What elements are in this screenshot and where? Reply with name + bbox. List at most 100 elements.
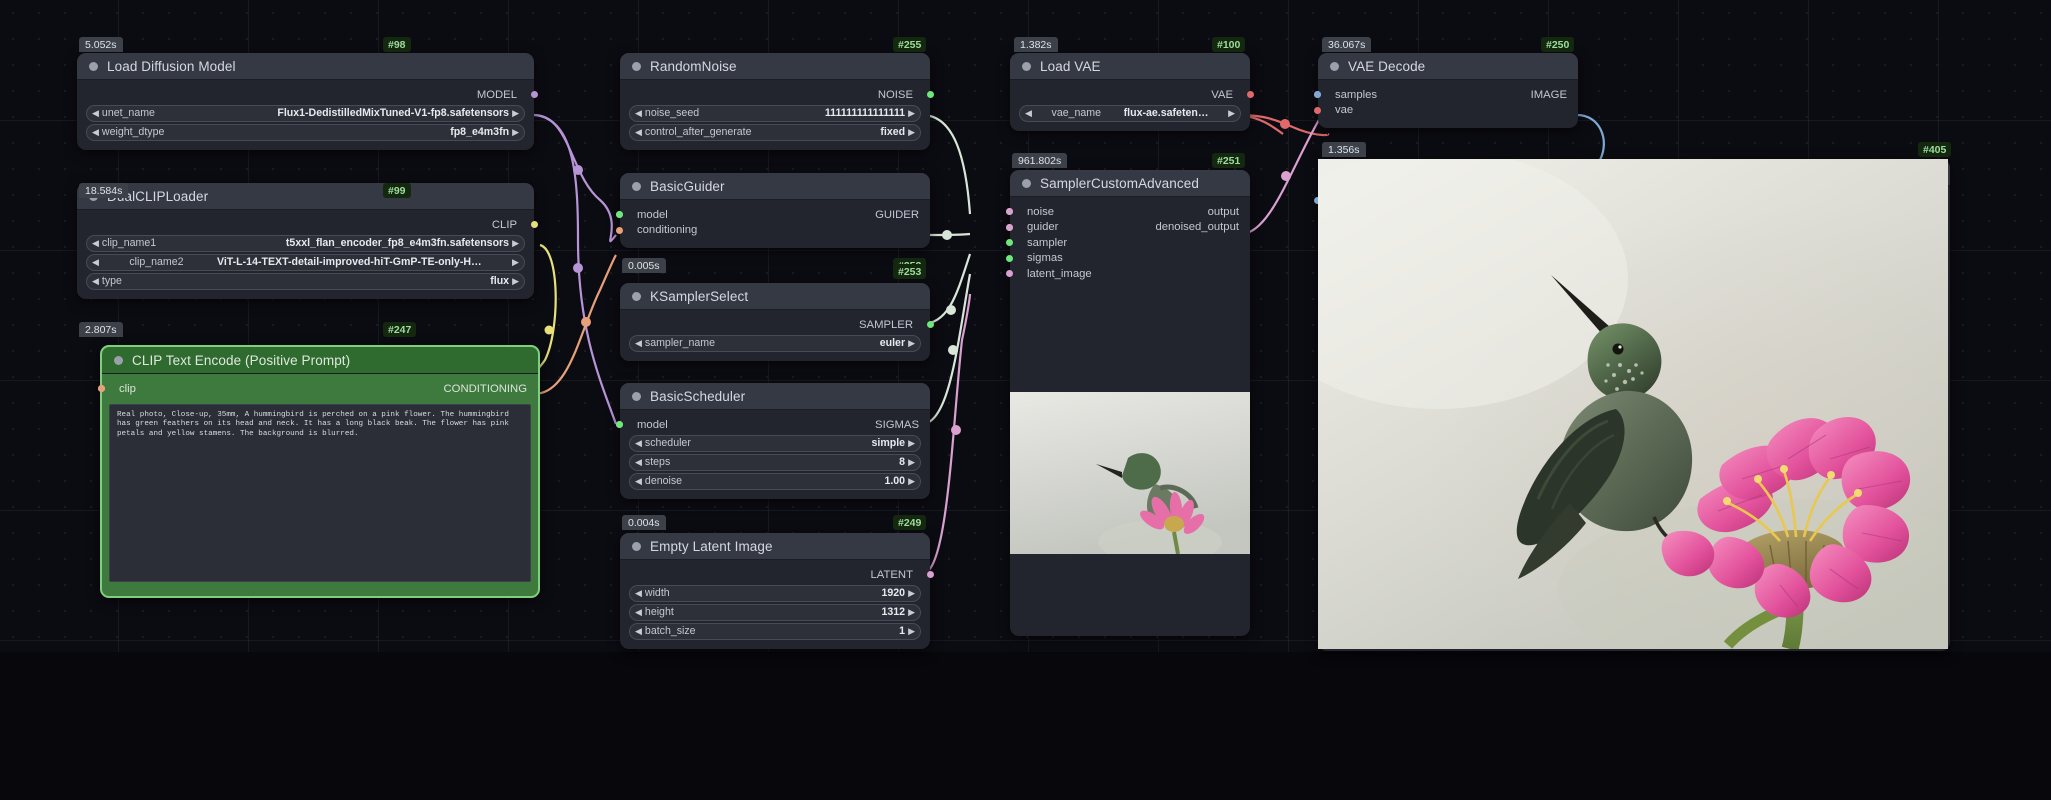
node-ksampler-select[interactable]: KSamplerSelect SAMPLER ◀ sampler_name eu… (620, 283, 930, 361)
widget-value[interactable]: flux-ae.safeten… (1124, 107, 1209, 119)
prev-arrow-icon[interactable]: ◀ (635, 439, 642, 448)
output-slot-model[interactable]: MODEL (77, 87, 534, 103)
collapse-dot-icon[interactable] (632, 542, 641, 551)
next-arrow-icon[interactable]: ▶ (512, 109, 519, 118)
widget-noise-seed[interactable]: ◀ noise_seed 111111111111111 ▶ (620, 105, 930, 122)
widget-value[interactable]: ViT-L-14-TEXT-detail-improved-hiT-GmP-TE… (217, 256, 482, 268)
next-arrow-icon[interactable]: ▶ (908, 477, 915, 486)
prev-arrow-icon[interactable]: ◀ (92, 239, 99, 248)
next-arrow-icon[interactable]: ▶ (512, 258, 519, 267)
input-slot-sampler[interactable]: sampler (1010, 235, 1250, 251)
prev-arrow-icon[interactable]: ◀ (1025, 109, 1032, 118)
widget-batch-size[interactable]: ◀ batch_size 1 ▶ (620, 623, 930, 640)
node-header[interactable]: CLIP Text Encode (Positive Prompt) (102, 347, 538, 374)
node-header[interactable]: KSamplerSelect (620, 283, 930, 310)
prev-arrow-icon[interactable]: ◀ (635, 627, 642, 636)
widget-weight-dtype[interactable]: ◀ weight_dtype fp8_e4m3fn ▶ (77, 124, 534, 141)
collapse-dot-icon[interactable] (1330, 62, 1339, 71)
output-slot-vae[interactable]: VAE (1010, 87, 1250, 103)
node-load-diffusion-model[interactable]: Load Diffusion Model MODEL ◀ unet_name F… (77, 53, 534, 150)
widget-sampler-name[interactable]: ◀ sampler_name euler ▶ (620, 335, 930, 352)
output-port-dot[interactable] (616, 211, 623, 218)
input-slot-conditioning[interactable]: conditioning (620, 223, 930, 239)
collapse-dot-icon[interactable] (632, 292, 641, 301)
next-arrow-icon[interactable]: ▶ (512, 277, 519, 286)
input-slot-model[interactable]: model SIGMAS (620, 417, 930, 433)
widget-type[interactable]: ◀ type flux ▶ (77, 273, 534, 290)
node-basic-guider[interactable]: BasicGuider model GUIDER conditioning (620, 173, 930, 248)
prev-arrow-icon[interactable]: ◀ (635, 339, 642, 348)
next-arrow-icon[interactable]: ▶ (908, 439, 915, 448)
prev-arrow-icon[interactable]: ◀ (92, 258, 99, 267)
input-slot-sigmas[interactable]: sigmas (1010, 251, 1250, 267)
next-arrow-icon[interactable]: ▶ (908, 339, 915, 348)
prev-arrow-icon[interactable]: ◀ (92, 109, 99, 118)
input-slot-model[interactable]: model GUIDER (620, 207, 930, 223)
node-clip-text-encode-positive[interactable]: CLIP Text Encode (Positive Prompt) clip … (100, 345, 540, 598)
widget-clip-name1[interactable]: ◀ clip_name1 t5xxl_flan_encoder_fp8_e4m3… (77, 235, 534, 252)
next-arrow-icon[interactable]: ▶ (908, 627, 915, 636)
collapse-dot-icon[interactable] (89, 62, 98, 71)
widget-clip-name2[interactable]: ◀ clip_name2 ViT-L-14-TEXT-detail-improv… (77, 254, 534, 271)
widget-value[interactable]: fixed (880, 126, 905, 138)
input-slot-vae[interactable]: vae (1318, 103, 1578, 119)
next-arrow-icon[interactable]: ▶ (512, 239, 519, 248)
collapse-dot-icon[interactable] (632, 392, 641, 401)
widget-value[interactable]: t5xxl_flan_encoder_fp8_e4m3fn.safetensor… (286, 237, 509, 249)
widget-height[interactable]: ◀ height 1312 ▶ (620, 604, 930, 621)
next-arrow-icon[interactable]: ▶ (908, 128, 915, 137)
widget-width[interactable]: ◀ width 1920 ▶ (620, 585, 930, 602)
widget-value[interactable]: fp8_e4m3fn (450, 126, 509, 138)
output-port-dot[interactable] (927, 91, 934, 98)
input-slot-samples[interactable]: samples IMAGE (1318, 87, 1578, 103)
node-header[interactable]: Empty Latent Image (620, 533, 930, 560)
widget-value[interactable]: Flux1-DedistilledMixTuned-V1-fp8.safeten… (277, 107, 509, 119)
node-basic-scheduler[interactable]: BasicScheduler model SIGMAS ◀ scheduler … (620, 383, 930, 499)
output-port-dot[interactable] (98, 385, 105, 392)
input-slot-clip[interactable]: clip CONDITIONING (102, 381, 538, 397)
next-arrow-icon[interactable]: ▶ (1228, 109, 1235, 118)
node-dual-clip-loader[interactable]: DualCLIPLoader CLIP ◀ clip_name1 t5xxl_f… (77, 183, 534, 299)
input-port-dot[interactable] (1006, 255, 1013, 262)
node-header[interactable]: RandomNoise (620, 53, 930, 80)
widget-value[interactable]: 1 (899, 625, 905, 637)
input-port-dot[interactable] (1314, 107, 1321, 114)
widget-value[interactable]: 1312 (882, 606, 906, 618)
node-header[interactable]: SamplerCustomAdvanced (1010, 170, 1250, 197)
widget-value[interactable]: simple (872, 437, 906, 449)
output-slot-noise[interactable]: NOISE (620, 87, 930, 103)
widget-value[interactable]: euler (880, 337, 905, 349)
prev-arrow-icon[interactable]: ◀ (635, 458, 642, 467)
node-header[interactable]: BasicScheduler (620, 383, 930, 410)
prev-arrow-icon[interactable]: ◀ (635, 608, 642, 617)
input-port-dot[interactable] (1006, 270, 1013, 277)
widget-value[interactable]: 1920 (882, 587, 906, 599)
output-port-dot[interactable] (616, 421, 623, 428)
prev-arrow-icon[interactable]: ◀ (92, 128, 99, 137)
node-random-noise[interactable]: RandomNoise NOISE ◀ noise_seed 111111111… (620, 53, 930, 150)
widget-value[interactable]: 1.00 (884, 475, 905, 487)
input-port-dot[interactable] (1006, 239, 1013, 246)
widget-value[interactable]: 8 (899, 456, 905, 468)
input-port-dot[interactable] (616, 227, 623, 234)
widget-steps[interactable]: ◀ steps 8 ▶ (620, 454, 930, 471)
output-slot-sampler[interactable]: SAMPLER (620, 317, 930, 333)
prev-arrow-icon[interactable]: ◀ (635, 128, 642, 137)
widget-value[interactable]: flux (490, 275, 509, 287)
widget-scheduler[interactable]: ◀ scheduler simple ▶ (620, 435, 930, 452)
input-slot-latent-image[interactable]: latent_image (1010, 266, 1250, 282)
output-port-dot[interactable] (1314, 91, 1321, 98)
collapse-dot-icon[interactable] (632, 62, 641, 71)
collapse-dot-icon[interactable] (1022, 179, 1031, 188)
output-port-dot[interactable] (1247, 91, 1254, 98)
widget-denoise[interactable]: ◀ denoise 1.00 ▶ (620, 473, 930, 490)
collapse-dot-icon[interactable] (114, 356, 123, 365)
output-port-dot[interactable] (531, 221, 538, 228)
collapse-dot-icon[interactable] (1022, 62, 1031, 71)
widget-control-after-generate[interactable]: ◀ control_after_generate fixed ▶ (620, 124, 930, 141)
output-slot-latent[interactable]: LATENT (620, 567, 930, 583)
prev-arrow-icon[interactable]: ◀ (92, 277, 99, 286)
prompt-textarea[interactable]: Real photo, Close-up, 35mm, A hummingbir… (109, 404, 531, 582)
prev-arrow-icon[interactable]: ◀ (635, 109, 642, 118)
next-arrow-icon[interactable]: ▶ (908, 589, 915, 598)
